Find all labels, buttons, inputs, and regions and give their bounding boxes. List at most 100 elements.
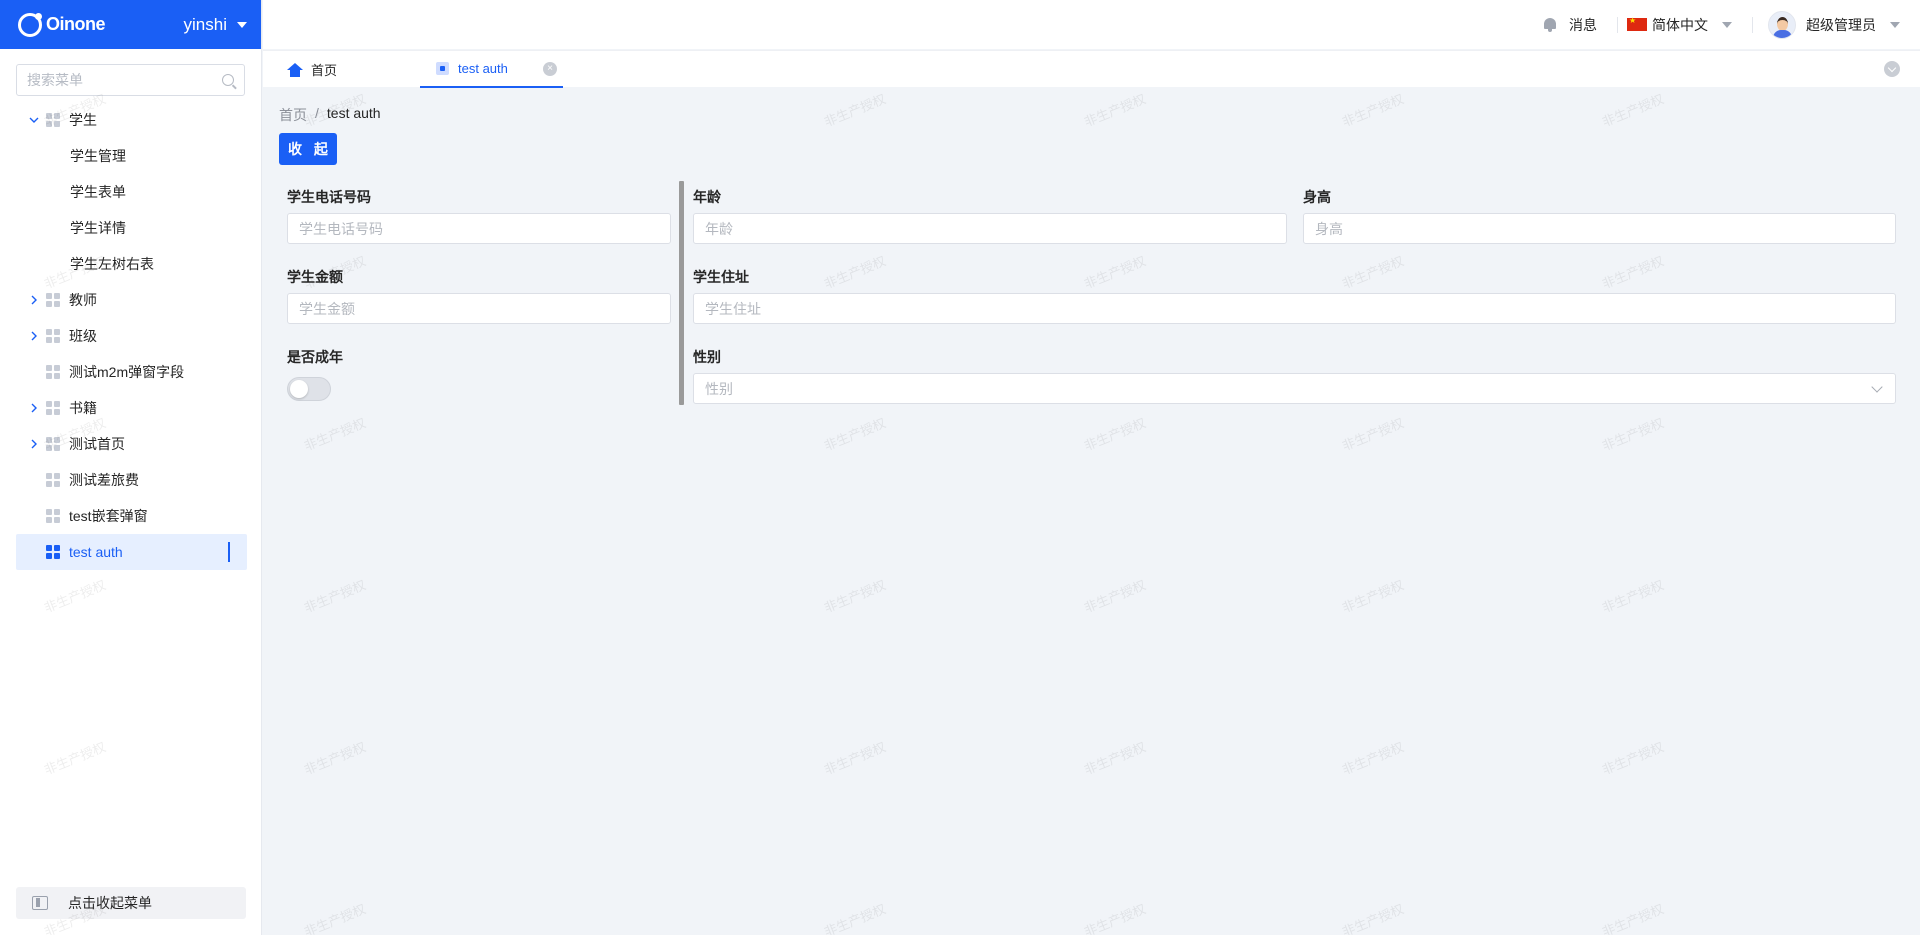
sidebar-item-label: 测试差旅费 <box>69 472 139 488</box>
watermark-text: 非生产授权 <box>301 415 368 454</box>
language-switcher[interactable]: 简体中文 <box>1627 15 1732 35</box>
brand-name: Oinone <box>46 14 106 34</box>
menu-grid-icon <box>46 401 60 415</box>
height-placeholder: 身高 <box>1315 220 1343 237</box>
breadcrumb-current: test auth <box>326 105 381 121</box>
messages-label: 消息 <box>1569 16 1597 33</box>
watermark-text: 非生产授权 <box>1081 91 1148 130</box>
tab-label: test auth <box>458 61 508 76</box>
watermark-text: 非生产授权 <box>1599 577 1666 616</box>
age-placeholder: 年龄 <box>705 220 733 237</box>
watermark-text: 非生产授权 <box>301 577 368 616</box>
sidebar-item-student-detail[interactable]: 学生详情 <box>16 210 247 246</box>
watermark-text: 非生产授权 <box>1339 253 1406 292</box>
header-divider <box>1617 16 1618 33</box>
menu-grid-icon <box>46 473 60 487</box>
tenant-name: yinshi <box>183 14 227 34</box>
column-resize-handle[interactable] <box>679 181 684 405</box>
watermark-text: 非生产授权 <box>821 901 888 935</box>
brand-bar: Oinone yinshi <box>0 0 261 49</box>
watermark-text: 非生产授权 <box>1339 901 1406 935</box>
tenant-switcher[interactable]: yinshi <box>184 15 247 35</box>
sidebar-item-travel-expense[interactable]: 测试差旅费 <box>16 462 247 498</box>
adult-toggle[interactable] <box>287 377 331 401</box>
user-menu[interactable]: 超级管理员 <box>1762 10 1900 39</box>
page-tabs: 首页 test auth × <box>263 50 1920 88</box>
sidebar-item-label: test嵌套弹窗 <box>69 508 148 524</box>
gender-placeholder: 性别 <box>705 380 733 397</box>
address-label: 学生住址 <box>693 269 749 285</box>
chevron-right-icon[interactable] <box>28 330 40 342</box>
menu-search-input[interactable]: 搜索菜单 <box>16 64 245 96</box>
user-name: 超级管理员 <box>1806 16 1876 33</box>
sidebar-item-test-auth[interactable]: test auth <box>16 534 247 570</box>
watermark-text: 非生产授权 <box>301 739 368 778</box>
collapse-menu-button[interactable]: 点击收起菜单 <box>16 887 246 919</box>
sidebar-item-student-management[interactable]: 学生管理 <box>16 138 247 174</box>
sidebar-item-nested-popup[interactable]: test嵌套弹窗 <box>16 498 247 534</box>
watermark-text: 非生产授权 <box>821 739 888 778</box>
height-input[interactable]: 身高 <box>1303 213 1896 244</box>
address-placeholder: 学生住址 <box>705 300 761 317</box>
menu-grid-icon <box>46 329 60 343</box>
breadcrumb-home[interactable]: 首页 <box>279 105 307 125</box>
watermark-text: 非生产授权 <box>1081 253 1148 292</box>
sidebar-menu: 学生 学生管理 学生表单 学生详情 学生左树右表 教师 班级 测试m2m弹窗字段 <box>0 102 261 570</box>
sidebar-item-test-home[interactable]: 测试首页 <box>16 426 247 462</box>
watermark-text: 非生产授权 <box>821 577 888 616</box>
sidebar-item-label: 测试首页 <box>69 436 125 452</box>
amount-label: 学生金额 <box>287 269 343 285</box>
sidebar-item-student-tree-table[interactable]: 学生左树右表 <box>16 246 247 282</box>
watermark-text: 非生产授权 <box>1081 901 1148 935</box>
tab-label: 首页 <box>311 63 338 78</box>
sidebar-item-m2m-popup[interactable]: 测试m2m弹窗字段 <box>16 354 247 390</box>
menu-grid-icon <box>46 545 60 559</box>
chevron-right-icon[interactable] <box>28 402 40 414</box>
watermark-text: 非生产授权 <box>1599 739 1666 778</box>
caret-down-icon <box>1890 21 1900 28</box>
sidebar-item-student-form[interactable]: 学生表单 <box>16 174 247 210</box>
chevron-down-circle-icon[interactable] <box>1884 61 1900 77</box>
watermark-text: 非生产授权 <box>1599 91 1666 130</box>
address-input[interactable]: 学生住址 <box>693 293 1896 324</box>
sidebar-item-label: 教师 <box>69 292 97 308</box>
amount-placeholder: 学生金额 <box>299 300 355 317</box>
watermark-text: 非生产授权 <box>1339 91 1406 130</box>
chevron-right-icon[interactable] <box>28 294 40 306</box>
watermark-text: 非生产授权 <box>821 253 888 292</box>
watermark-text: 非生产授权 <box>1081 415 1148 454</box>
watermark-text: 非生产授权 <box>821 91 888 130</box>
menu-grid-icon <box>46 365 60 379</box>
bell-icon <box>1543 17 1557 32</box>
amount-input[interactable]: 学生金额 <box>287 293 671 324</box>
top-header: 消息 简体中文 超级管理员 <box>263 0 1920 49</box>
chevron-right-icon[interactable] <box>28 438 40 450</box>
collapse-menu-label: 点击收起菜单 <box>68 895 152 911</box>
collapse-button[interactable]: 收 起 <box>279 133 337 165</box>
sidebar-item-label: 学生详情 <box>70 220 126 236</box>
sidebar-item-class[interactable]: 班级 <box>16 318 247 354</box>
menu-grid-icon <box>46 113 60 127</box>
gender-select[interactable]: 性别 <box>693 373 1896 404</box>
messages-button[interactable]: 消息 <box>1543 15 1597 35</box>
search-icon <box>222 74 234 86</box>
logo: Oinone <box>18 12 106 37</box>
phone-placeholder: 学生电话号码 <box>299 220 383 237</box>
close-icon[interactable]: × <box>543 62 557 76</box>
phone-input[interactable]: 学生电话号码 <box>287 213 671 244</box>
sidebar-collapse-icon <box>32 896 48 910</box>
sidebar-item-books[interactable]: 书籍 <box>16 390 247 426</box>
tab-test-auth[interactable]: test auth <box>420 51 563 88</box>
age-input[interactable]: 年龄 <box>693 213 1287 244</box>
phone-label: 学生电话号码 <box>287 189 371 205</box>
menu-grid-icon <box>46 509 60 523</box>
menu-search-placeholder: 搜索菜单 <box>27 72 83 88</box>
sidebar-item-student[interactable]: 学生 <box>16 102 247 138</box>
gender-label: 性别 <box>693 349 721 365</box>
header-divider <box>1752 16 1753 33</box>
sidebar-item-teacher[interactable]: 教师 <box>16 282 247 318</box>
watermark-text: 非生产授权 <box>1599 415 1666 454</box>
chevron-down-icon[interactable] <box>28 114 40 126</box>
tab-home[interactable]: 首页 <box>287 51 337 88</box>
watermark-text: 非生产授权 <box>1339 415 1406 454</box>
